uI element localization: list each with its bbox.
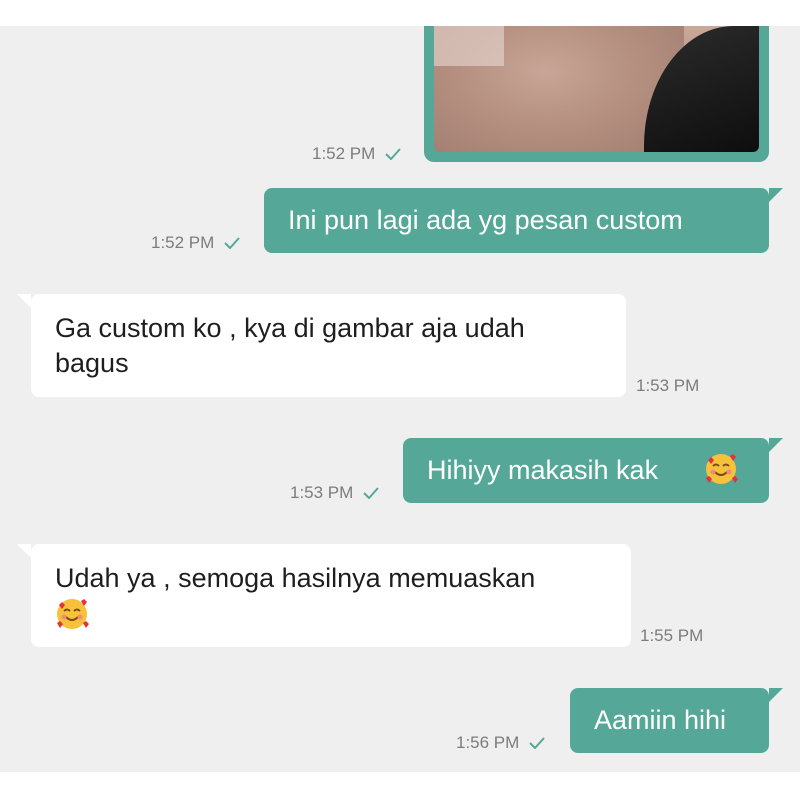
message-text: Ini pun lagi ada yg pesan custom — [288, 205, 683, 235]
outgoing-message[interactable]: Hihiyy makasih kak — [403, 438, 783, 503]
message-timestamp: 1:52 PM — [151, 233, 241, 253]
message-text-line: bagus — [55, 348, 129, 378]
smiling-face-with-hearts-icon — [57, 599, 89, 629]
sent-check-icon — [529, 737, 546, 749]
message-text: Aamiin hihi — [594, 705, 727, 735]
timestamp-text: 1:55 PM — [640, 626, 704, 645]
timestamp-text: 1:53 PM — [636, 376, 700, 395]
message-timestamp: 1:53 PM — [290, 483, 380, 503]
incoming-message[interactable]: Udah ya , semoga hasilnya memuaskan — [17, 544, 631, 647]
sent-check-icon — [224, 237, 241, 249]
message-text: Hihiyy makasih kak — [427, 455, 659, 485]
sent-check-icon — [385, 148, 402, 160]
sent-check-icon — [363, 487, 380, 499]
photo-thumbnail[interactable] — [434, 26, 759, 152]
message-timestamp: 1:56 PM — [456, 733, 546, 753]
message-timestamp: 1:53 PM — [636, 376, 699, 396]
message-timestamp: 1:52 PM — [312, 144, 402, 164]
outgoing-message[interactable]: Aamiin hihi — [570, 688, 783, 753]
message-timestamp: 1:55 PM — [640, 626, 703, 646]
outgoing-message[interactable]: Ini pun lagi ada yg pesan custom — [264, 188, 783, 253]
message-text-line: Udah ya , semoga hasilnya memuaskan — [55, 563, 536, 593]
timestamp-text: 1:52 PM — [312, 144, 376, 163]
timestamp-text: 1:53 PM — [290, 483, 354, 502]
chat-area: 1:52 PM Ini pun lagi ada yg pesan custom… — [0, 26, 800, 772]
timestamp-text: 1:56 PM — [456, 733, 520, 752]
message-text-line: Ga custom ko , kya di gambar aja udah — [55, 313, 525, 343]
timestamp-text: 1:52 PM — [151, 233, 215, 252]
incoming-message[interactable]: Ga custom ko , kya di gambar aja udah ba… — [17, 294, 626, 397]
smiling-face-with-hearts-icon — [706, 454, 738, 484]
image-message[interactable] — [424, 26, 769, 162]
